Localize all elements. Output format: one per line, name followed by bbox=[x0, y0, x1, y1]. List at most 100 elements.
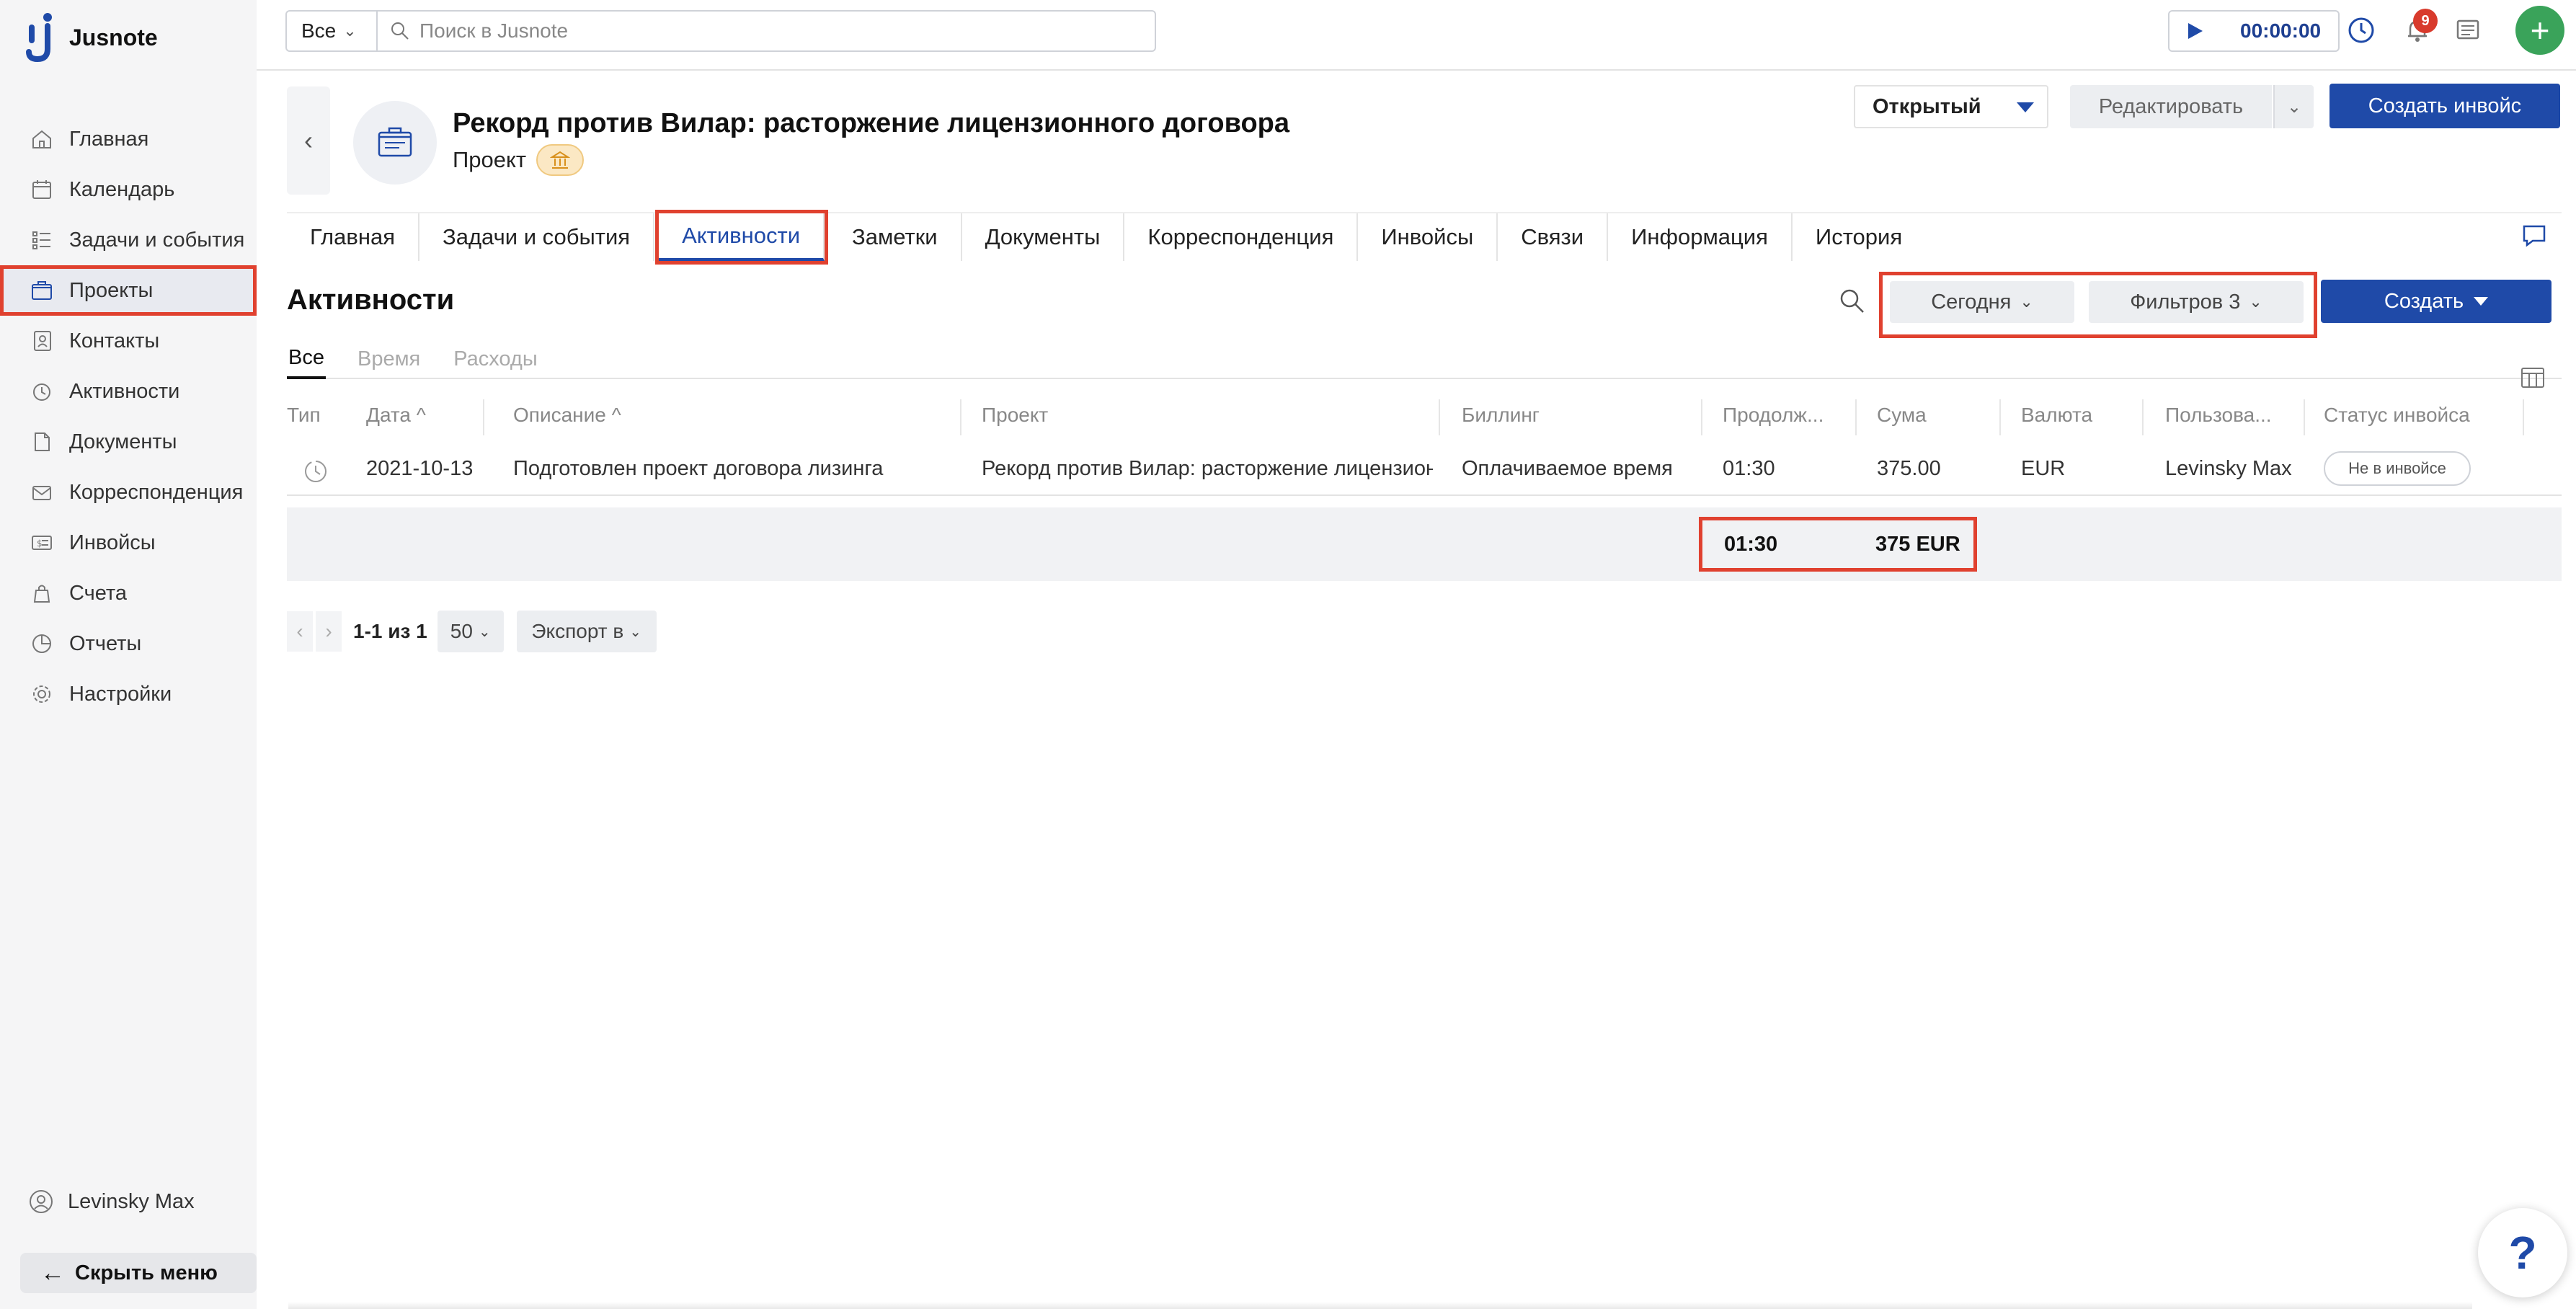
col-date[interactable]: Дата ^ bbox=[366, 404, 426, 427]
invoices-icon: $ bbox=[29, 530, 55, 556]
subtab-expenses[interactable]: Расходы bbox=[452, 339, 538, 379]
sidebar-item-correspondence[interactable]: Корреспонденция bbox=[0, 467, 257, 518]
section-title: Активности bbox=[287, 284, 455, 316]
create-label: Создать bbox=[2384, 289, 2464, 313]
col-currency[interactable]: Валюта bbox=[2021, 404, 2092, 427]
tab-documents[interactable]: Документы bbox=[962, 213, 1125, 261]
hide-menu-button[interactable]: ← Скрыть меню bbox=[20, 1253, 257, 1293]
tab-history[interactable]: История bbox=[1793, 213, 1925, 261]
column-divider bbox=[1855, 399, 1857, 435]
sidebar-item-activities[interactable]: Активности bbox=[0, 366, 257, 417]
col-project[interactable]: Проект bbox=[982, 404, 1048, 427]
sidebar-item-projects[interactable]: Проекты bbox=[0, 265, 257, 316]
tab-activities[interactable]: Активности bbox=[655, 210, 829, 265]
cell-description: Подготовлен проект договора лизинга bbox=[513, 457, 884, 480]
app-logo[interactable]: Jusnote bbox=[26, 12, 158, 63]
sidebar-item-contacts[interactable]: Контакты bbox=[0, 316, 257, 366]
tab-notes[interactable]: Заметки bbox=[829, 213, 962, 261]
comments-icon[interactable] bbox=[2520, 221, 2549, 249]
search-scope-select[interactable]: Все ⌄ bbox=[287, 12, 378, 50]
chevron-down-icon: ⌄ bbox=[2249, 293, 2262, 311]
edit-button[interactable]: Редактировать bbox=[2070, 85, 2272, 128]
cell-date: 2021-10-13 bbox=[366, 457, 474, 480]
col-duration[interactable]: Продолж... bbox=[1723, 404, 1824, 427]
tab-information[interactable]: Информация bbox=[1608, 213, 1793, 261]
export-button[interactable]: Экспорт в ⌄ bbox=[516, 611, 657, 652]
project-category-badge[interactable] bbox=[536, 144, 585, 176]
create-invoice-button[interactable]: Создать инвойс bbox=[2329, 84, 2560, 128]
page-title: Рекорд против Вилар: расторжение лицензи… bbox=[453, 108, 1290, 138]
cell-billing: Оплачиваемое время bbox=[1462, 457, 1673, 480]
settings-icon bbox=[29, 681, 55, 707]
project-avatar bbox=[353, 101, 437, 185]
col-description[interactable]: Описание ^ bbox=[513, 404, 621, 427]
project-status-value: Открытый bbox=[1873, 94, 1981, 118]
sidebar-item-settings[interactable]: Настройки bbox=[0, 669, 257, 719]
jusnote-logo-icon bbox=[26, 13, 52, 63]
search-input[interactable] bbox=[419, 19, 1068, 43]
sidebar-item-tasks[interactable]: Задачи и события bbox=[0, 215, 257, 265]
page-size-select[interactable]: 50 ⌄ bbox=[437, 611, 504, 652]
project-type-label: Проект bbox=[453, 147, 527, 172]
tab-relations[interactable]: Связи bbox=[1498, 213, 1609, 261]
tab-invoices[interactable]: Инвойсы bbox=[1358, 213, 1498, 261]
user-icon bbox=[30, 1190, 53, 1213]
sidebar-item-accounts[interactable]: Счета bbox=[0, 568, 257, 618]
reports-icon bbox=[29, 631, 55, 657]
column-divider bbox=[2523, 399, 2524, 435]
search-scope-value: Все bbox=[301, 19, 337, 42]
period-filter[interactable]: Сегодня ⌄ bbox=[1890, 281, 2074, 323]
chevron-right-icon: › bbox=[325, 620, 332, 642]
edit-dropdown-button[interactable]: ⌄ bbox=[2273, 85, 2314, 128]
tab-home[interactable]: Главная bbox=[287, 213, 419, 261]
total-amount: 375 EUR bbox=[1875, 532, 1960, 556]
correspondence-icon bbox=[29, 479, 55, 505]
sidebar-item-reports[interactable]: Отчеты bbox=[0, 618, 257, 669]
sidebar-item-label: Настройки bbox=[69, 682, 172, 706]
history-clock-icon[interactable] bbox=[2345, 14, 2377, 46]
chevron-left-icon: ‹ bbox=[304, 125, 313, 155]
prev-page-button[interactable]: ‹ bbox=[287, 611, 313, 652]
project-folder-icon bbox=[378, 127, 412, 157]
sidebar-item-calendar[interactable]: Календарь bbox=[0, 164, 257, 215]
col-user[interactable]: Пользова... bbox=[2165, 404, 2272, 427]
quick-add-button[interactable]: + bbox=[2515, 6, 2564, 55]
tab-correspondence[interactable]: Корреспонденция bbox=[1124, 213, 1359, 261]
cell-currency: EUR bbox=[2021, 457, 2066, 480]
subtab-time[interactable]: Время bbox=[356, 339, 422, 379]
column-divider bbox=[1999, 399, 2001, 435]
back-button[interactable]: ‹ bbox=[287, 86, 330, 195]
table-row[interactable]: 2021-10-13 Подготовлен проект договора л… bbox=[287, 444, 2562, 496]
col-billing[interactable]: Биллинг bbox=[1462, 404, 1540, 427]
news-icon[interactable] bbox=[2452, 14, 2484, 46]
notification-badge: 9 bbox=[2413, 9, 2438, 33]
columns-settings-icon[interactable] bbox=[2518, 363, 2547, 392]
filters-button[interactable]: Фильтров 3 ⌄ bbox=[2089, 281, 2304, 323]
sidebar: Jusnote Главная Календарь Задачи и событ… bbox=[0, 0, 257, 1309]
tab-tasks[interactable]: Задачи и события bbox=[419, 213, 655, 261]
sidebar-item-home[interactable]: Главная bbox=[0, 114, 257, 164]
col-invoice-status[interactable]: Статус инвойса bbox=[2324, 404, 2470, 427]
cell-duration: 01:30 bbox=[1723, 457, 1775, 480]
svg-text:$: $ bbox=[37, 538, 43, 549]
column-divider bbox=[1439, 399, 1440, 435]
next-page-button[interactable]: › bbox=[316, 611, 342, 652]
projects-icon bbox=[29, 278, 55, 303]
cell-project[interactable]: Рекорд против Вилар: расторжение лицензи… bbox=[982, 457, 1433, 481]
sidebar-user[interactable]: Levinsky Max bbox=[29, 1189, 195, 1214]
create-activity-button[interactable]: Создать bbox=[2321, 280, 2551, 323]
timer[interactable]: 00:00:00 bbox=[2168, 10, 2340, 52]
sidebar-item-documents[interactable]: Документы bbox=[0, 417, 257, 467]
sidebar-item-invoices[interactable]: $ Инвойсы bbox=[0, 518, 257, 568]
sidebar-item-label: Календарь bbox=[69, 177, 175, 201]
help-button[interactable]: ? bbox=[2478, 1208, 2567, 1297]
play-icon[interactable] bbox=[2185, 22, 2204, 40]
sidebar-item-label: Активности bbox=[69, 379, 180, 403]
chevron-down-icon: ⌄ bbox=[343, 22, 357, 40]
search-icon[interactable] bbox=[1838, 287, 1867, 316]
project-status-select[interactable]: Открытый bbox=[1854, 85, 2048, 128]
totals-highlight: 01:30 375 EUR bbox=[1699, 517, 1977, 572]
subtab-all[interactable]: Все bbox=[287, 339, 326, 379]
filters-label: Фильтров 3 bbox=[2130, 290, 2241, 314]
col-amount[interactable]: Сума bbox=[1877, 404, 1927, 427]
